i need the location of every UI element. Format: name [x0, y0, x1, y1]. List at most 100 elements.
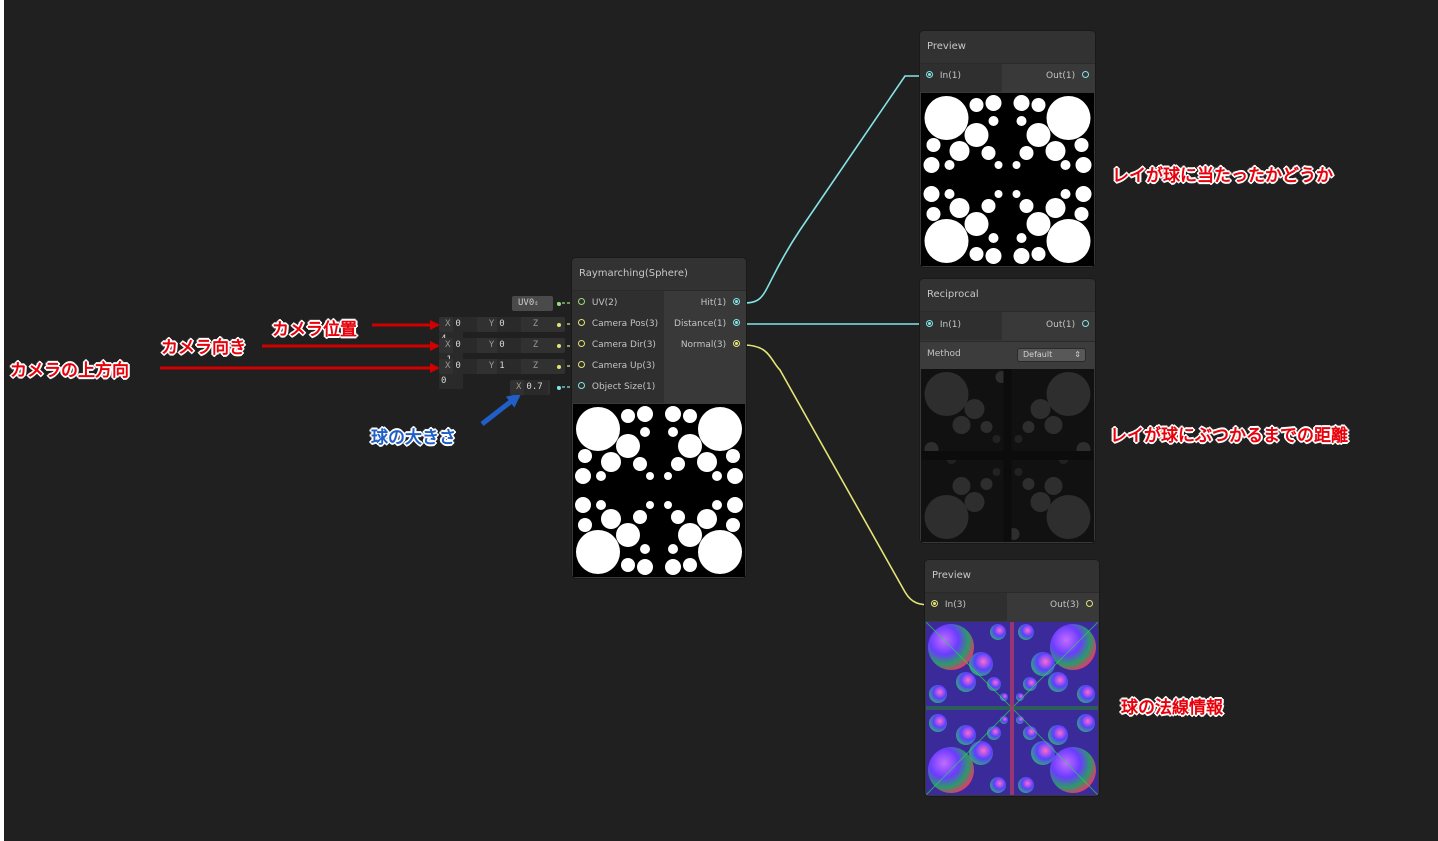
raymarching-node[interactable]: Raymarching(Sphere) UV(2) Camera Pos(3) … [572, 258, 746, 578]
camera-pos-y[interactable]: 0 [497, 317, 522, 332]
port-icon[interactable] [1082, 71, 1089, 78]
port-icon[interactable] [931, 600, 938, 607]
input-port-in[interactable]: In(3) [931, 595, 966, 615]
output-port-out[interactable]: Out(3) [1050, 595, 1093, 615]
sphere-mark [1026, 123, 1051, 147]
preview-node-normal[interactable]: Preview In(3) Out(3) [925, 560, 1099, 796]
raymarching-preview-image [573, 404, 745, 577]
input-port-in[interactable]: In(1) [926, 315, 961, 335]
output-port-out[interactable]: Out(1) [1046, 315, 1089, 335]
reciprocal-node[interactable]: Reciprocal In(1) Out(1) Method Default ⇕ [920, 279, 1095, 543]
uv-connector-dot [557, 302, 561, 306]
camera-up-y[interactable]: 1 [497, 359, 522, 374]
reciprocal-node-title[interactable]: Reciprocal [920, 279, 1095, 312]
raymarching-node-title[interactable]: Raymarching(Sphere) [572, 258, 746, 291]
sphere-mark [969, 247, 984, 261]
sphere-mark [981, 146, 996, 160]
port-icon[interactable] [578, 361, 585, 368]
port-label: Camera Pos(3) [591, 319, 659, 329]
sphere-mark [698, 407, 742, 451]
sphere-mark [727, 497, 743, 513]
camera-up-z[interactable]: 0 [439, 374, 463, 389]
camera-up-x[interactable]: 0 [453, 359, 478, 374]
sphere-mark [727, 468, 743, 484]
input-port-uv[interactable]: UV(2) [578, 293, 617, 313]
camera-up-field[interactable]: X0 Y1 Z0 [439, 359, 565, 389]
sphere-mark [646, 501, 654, 509]
dropdown-arrow-icon: ⇕ [1074, 350, 1081, 359]
sphere-mark [923, 157, 940, 173]
sphere-mark [671, 457, 685, 471]
camera-dir-y[interactable]: 0 [497, 338, 522, 353]
port-icon[interactable] [733, 319, 740, 326]
sphere-mark [596, 471, 606, 481]
camera-dir-x[interactable]: 0 [453, 338, 478, 353]
port-icon[interactable] [578, 319, 585, 326]
sphere-mark [664, 472, 672, 480]
x-label: X [445, 319, 451, 329]
port-icon[interactable] [1086, 600, 1093, 607]
port-icon[interactable] [578, 298, 585, 305]
sphere-mark [621, 558, 635, 572]
method-label: Method [927, 349, 961, 359]
input-port-camera-up[interactable]: Camera Up(3) [578, 356, 655, 376]
port-icon[interactable] [926, 71, 933, 78]
sphere-mark [616, 434, 640, 458]
sphere-mark [596, 500, 606, 510]
annotation-object-size: 球の大きさ [371, 428, 456, 448]
camera-dir-field[interactable]: X0 Y0 Z-1 [439, 338, 565, 368]
sphere-mark [1060, 160, 1071, 170]
input-port-object-size[interactable]: Object Size(1) [578, 377, 655, 397]
sphere-mark [578, 449, 592, 463]
port-icon[interactable] [1082, 320, 1089, 327]
sphere-mark [671, 510, 685, 524]
sphere-mark [1019, 199, 1034, 213]
port-label: Camera Up(3) [591, 361, 656, 371]
input-port-camera-pos[interactable]: Camera Pos(3) [578, 314, 658, 334]
sphere-mark [575, 497, 591, 513]
method-dropdown[interactable]: Default ⇕ [1017, 348, 1086, 362]
preview-node-title[interactable]: Preview [925, 560, 1099, 593]
input-port-camera-dir[interactable]: Camera Dir(3) [578, 335, 656, 355]
object-size-x[interactable]: 0.7 [524, 380, 549, 395]
sphere-mark [698, 530, 742, 574]
port-icon[interactable] [578, 382, 585, 389]
sphere-mark [1075, 157, 1092, 173]
sphere-mark [923, 186, 940, 202]
output-port-out[interactable]: Out(1) [1046, 66, 1089, 86]
annotation-camera-pos: カメラ位置 [272, 320, 357, 340]
uv-value: UV0 [518, 298, 535, 308]
y-label: Y [488, 319, 495, 329]
camera-pos-x[interactable]: 0 [453, 317, 478, 332]
port-label: In(3) [944, 600, 966, 610]
input-port-in[interactable]: In(1) [926, 66, 961, 86]
sphere-mark [683, 558, 697, 572]
y-label: Y [488, 340, 495, 350]
z-label: Z [532, 361, 539, 371]
port-label: Distance(1) [674, 319, 727, 329]
sphere-mark [1016, 233, 1027, 243]
preview-node-title[interactable]: Preview [920, 31, 1095, 64]
sphere-mark [576, 407, 620, 451]
sphere-mark [994, 190, 1003, 198]
output-port-distance[interactable]: Distance(1) [674, 314, 740, 334]
output-port-hit[interactable]: Hit(1) [701, 293, 740, 313]
port-icon[interactable] [733, 298, 740, 305]
sphere-mark [1074, 138, 1089, 152]
annotation-normal: 球の法線情報 [1121, 698, 1223, 718]
y-label: Y [488, 361, 495, 371]
object-size-field[interactable]: X 0.7 [510, 380, 550, 395]
port-icon[interactable] [733, 340, 740, 347]
port-icon[interactable] [926, 320, 933, 327]
port-label: Normal(3) [680, 340, 727, 350]
annotation-camera-dir: カメラ向き [161, 338, 246, 358]
sphere-mark [697, 509, 717, 529]
output-port-normal[interactable]: Normal(3) [681, 335, 740, 355]
uv-select[interactable]: UV0⇕ [512, 296, 553, 311]
sphere-mark [1046, 96, 1091, 140]
preview-node-hit[interactable]: Preview In(1) Out(1) [920, 31, 1095, 267]
camera-dir-connector-dot [557, 344, 561, 348]
port-label: UV(2) [591, 298, 618, 308]
port-icon[interactable] [578, 340, 585, 347]
camera-pos-field[interactable]: X0 Y0 Z4 [439, 317, 565, 347]
